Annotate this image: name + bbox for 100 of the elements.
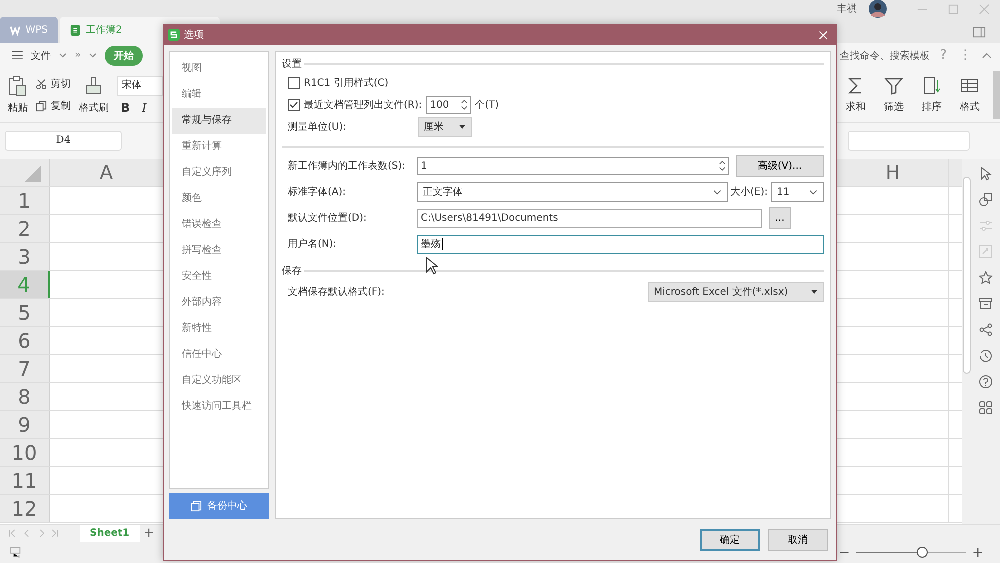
share-icon[interactable] <box>979 323 993 337</box>
nav-item[interactable]: 快速访问工具栏 <box>172 394 266 420</box>
name-box[interactable]: D4 <box>5 131 122 151</box>
row-header[interactable]: 11 <box>0 467 50 494</box>
help-icon[interactable] <box>979 375 993 389</box>
copy-icon <box>36 100 47 112</box>
row-header[interactable]: 2 <box>0 215 50 242</box>
row-header[interactable]: 1 <box>0 187 50 214</box>
font-size-dropdown[interactable]: 11 <box>771 182 824 202</box>
cancel-button[interactable]: 取消 <box>768 529 828 551</box>
file-menu[interactable]: 文件 <box>31 48 51 62</box>
archive-icon[interactable] <box>979 297 993 311</box>
tool-button[interactable]: 筛选 <box>879 76 909 114</box>
sidebar-toggle-icon[interactable] <box>973 26 986 39</box>
column-header[interactable]: H <box>838 159 948 186</box>
sheet-count-field[interactable]: 1 <box>417 157 729 175</box>
row-header[interactable]: 8 <box>0 383 50 410</box>
shapes-icon[interactable] <box>979 193 993 207</box>
tool-button[interactable]: 求和 <box>841 76 871 114</box>
zoom-out-button[interactable]: − <box>832 544 856 560</box>
format-painter-button[interactable]: 格式刷 <box>79 76 109 114</box>
browse-button[interactable]: ... <box>769 207 791 229</box>
font-dropdown[interactable]: 正文字体 <box>417 182 728 202</box>
zoom-thumb[interactable] <box>917 547 928 558</box>
sheet-tab[interactable]: Sheet1 <box>80 525 140 542</box>
advanced-button[interactable]: 高级(V)... <box>736 155 824 177</box>
spinner-arrows-icon[interactable] <box>719 159 726 173</box>
history-icon[interactable] <box>979 349 993 363</box>
dropdown-icon[interactable] <box>89 53 98 58</box>
row-header[interactable]: 10 <box>0 439 50 466</box>
apps-icon[interactable] <box>979 401 993 415</box>
nav-item[interactable]: 常规与保存 <box>172 108 266 134</box>
menu-icon[interactable] <box>12 51 23 60</box>
options-button[interactable]: ⋮ <box>957 48 974 63</box>
nav-item[interactable]: 新特性 <box>172 316 266 342</box>
nav-item[interactable]: 错误检查 <box>172 212 266 238</box>
font-field[interactable]: 宋体 <box>117 76 163 96</box>
field-label: 标准字体(A): <box>288 186 348 199</box>
add-sheet-button[interactable]: + <box>140 526 159 541</box>
ok-button[interactable]: 确定 <box>700 529 760 551</box>
user-name: 丰祺 <box>837 2 857 16</box>
nav-item[interactable]: 外部内容 <box>172 290 266 316</box>
unit-label: 个(T) <box>475 99 500 112</box>
sliders-icon[interactable] <box>979 219 993 233</box>
field-label: 默认文件位置(D): <box>288 212 368 225</box>
nav-item[interactable]: 视图 <box>172 56 266 82</box>
option-label: R1C1 引用样式(C) <box>304 76 389 90</box>
row-header[interactable]: 7 <box>0 355 50 382</box>
italic-button[interactable]: I <box>142 100 147 114</box>
field-label: 用户名(N): <box>288 238 338 251</box>
scissors-icon <box>36 78 47 90</box>
checkbox[interactable] <box>288 99 300 111</box>
nav-item[interactable]: 编辑 <box>172 82 266 108</box>
brush-icon <box>84 76 104 98</box>
collapse-icon[interactable] <box>982 52 992 58</box>
chevron-down-icon[interactable] <box>59 53 67 58</box>
checkbox[interactable] <box>288 77 300 89</box>
row-header[interactable]: 12 <box>0 495 50 522</box>
backup-center-button[interactable]: 备份中心 <box>169 493 269 519</box>
row-header[interactable]: 3 <box>0 243 50 270</box>
start-tab[interactable]: 开始 <box>105 46 144 66</box>
column-header[interactable]: A <box>50 159 163 186</box>
nav-item[interactable]: 拼写检查 <box>172 238 266 264</box>
command-search[interactable]: 查找命令、搜索模板 <box>840 48 930 62</box>
tool-button[interactable]: 格式 <box>955 76 985 114</box>
section-title: 设置 <box>282 58 302 71</box>
copy-button[interactable]: 复制 <box>36 99 71 113</box>
row-header[interactable]: 5 <box>0 299 50 326</box>
dropdown-arrow-icon <box>459 125 466 129</box>
save-format-dropdown[interactable]: Microsoft Excel 文件(*.xlsx) <box>648 282 824 302</box>
tool-button[interactable]: 排序 <box>917 76 947 114</box>
star-icon[interactable] <box>979 271 993 285</box>
paste-button[interactable]: 粘贴 <box>8 76 28 114</box>
spinner-arrows-icon[interactable] <box>461 98 468 112</box>
field-label: 文档保存默认格式(F): <box>288 286 385 299</box>
file-location-field[interactable]: C:\Users\81491\Documents <box>417 208 762 228</box>
cursor-icon[interactable] <box>979 167 993 181</box>
zoom-in-button[interactable]: + <box>966 544 990 560</box>
more-menu[interactable]: » <box>75 50 82 61</box>
formula-field[interactable] <box>848 131 970 151</box>
recent-count-field[interactable]: 100 <box>426 96 472 114</box>
help-button[interactable]: ? <box>938 48 949 63</box>
measure-unit-dropdown[interactable]: 厘米 <box>418 117 472 137</box>
wps-logo-icon <box>10 24 21 36</box>
macro-icon[interactable] <box>10 547 23 558</box>
row-header[interactable]: 4 <box>0 271 50 298</box>
nav-item[interactable]: 颜色 <box>172 186 266 212</box>
username-field[interactable]: 墨殇 <box>417 234 824 254</box>
nav-item[interactable]: 重新计算 <box>172 134 266 160</box>
sort-icon <box>922 76 942 96</box>
nav-item[interactable]: 自定义序列 <box>172 160 266 186</box>
vertical-scrollbar[interactable] <box>962 159 972 524</box>
row-header[interactable]: 9 <box>0 411 50 438</box>
avatar-icon[interactable] <box>869 0 887 18</box>
nav-item[interactable]: 信任中心 <box>172 342 266 368</box>
cut-button[interactable]: 剪切 <box>36 77 71 91</box>
bold-button[interactable]: B <box>121 100 130 114</box>
nav-item[interactable]: 安全性 <box>172 264 266 290</box>
nav-item[interactable]: 自定义功能区 <box>172 368 266 394</box>
row-header[interactable]: 6 <box>0 327 50 354</box>
